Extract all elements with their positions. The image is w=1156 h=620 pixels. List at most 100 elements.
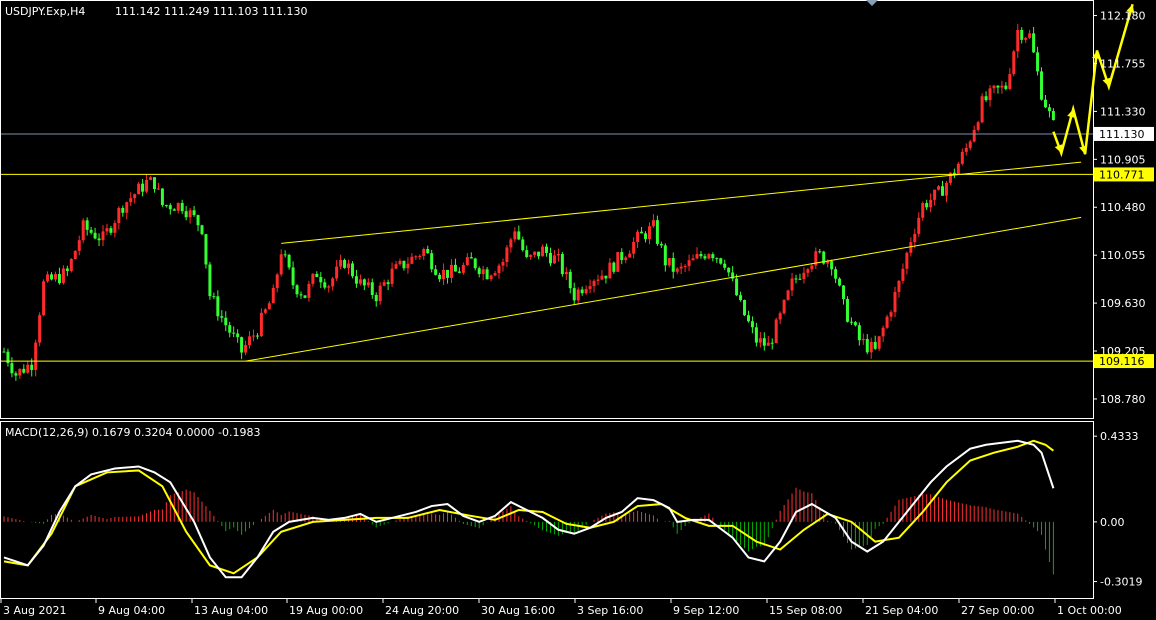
candle-body	[679, 266, 683, 269]
candle-body	[410, 256, 414, 264]
candle-body	[402, 260, 406, 269]
candle-body	[449, 264, 453, 278]
candle-body	[1012, 51, 1016, 75]
candle-body	[89, 229, 93, 233]
candle-body	[489, 275, 493, 280]
candle-body	[366, 282, 370, 286]
time-tick-label: 1 Oct 00:00	[1057, 604, 1122, 617]
candle-body	[113, 223, 117, 233]
candle-body	[236, 333, 240, 338]
candle-body	[806, 269, 810, 273]
candle-body	[893, 291, 897, 313]
candle-body	[818, 251, 822, 253]
candle-body	[838, 278, 842, 286]
candle-body	[944, 182, 948, 196]
candle-body	[529, 254, 533, 257]
price-tick-label: 108.780	[1100, 393, 1146, 406]
candle-body	[754, 327, 758, 343]
macd-label: MACD(12,26,9) 0.1679 0.3204 0.0000 -0.19…	[5, 426, 260, 439]
candle-body	[980, 96, 984, 123]
current-price-label: 111.130	[1099, 128, 1145, 141]
candle-body	[149, 177, 153, 180]
candle-body	[632, 242, 636, 254]
candle-body	[390, 268, 394, 284]
candle-body	[743, 300, 747, 316]
candle-body	[204, 234, 208, 265]
candle-body	[406, 263, 410, 269]
candle-body	[438, 274, 442, 280]
price-tick-label: 110.480	[1100, 201, 1146, 214]
candle-body	[224, 317, 228, 326]
ohlc-label: 111.142 111.249 111.103 111.130	[115, 5, 307, 18]
candle-body	[374, 294, 378, 302]
candle-body	[208, 264, 212, 297]
price-tick-label: 112.180	[1100, 10, 1146, 23]
time-tick-label: 21 Sep 04:00	[865, 604, 938, 617]
candle-body	[426, 249, 430, 254]
candle-body	[14, 373, 18, 376]
candle-body	[1040, 71, 1044, 100]
candle-body	[244, 345, 248, 353]
candle-body	[782, 299, 786, 314]
candle-body	[34, 342, 38, 370]
candle-body	[212, 296, 216, 298]
candle-body	[335, 266, 339, 279]
candle-body	[901, 268, 905, 281]
candle-body	[941, 186, 945, 196]
candle-body	[196, 215, 200, 226]
candle-body	[457, 271, 461, 273]
candle-body	[525, 250, 529, 257]
candle-body	[691, 258, 695, 261]
candle-body	[667, 258, 671, 266]
candle-body	[580, 289, 584, 294]
candle-body	[251, 335, 255, 337]
candle-body	[117, 208, 121, 224]
candle-body	[913, 233, 917, 243]
candle-body	[331, 278, 335, 287]
candle-body	[180, 203, 184, 212]
candle-body	[339, 259, 343, 267]
candle-body	[517, 231, 521, 240]
candle-body	[121, 208, 125, 213]
macd-tick-label: 0.00	[1100, 516, 1125, 529]
candle-body	[707, 254, 711, 259]
candle-body	[442, 269, 446, 280]
candle-body	[200, 225, 204, 235]
candle-body	[1028, 33, 1032, 38]
candle-body	[125, 202, 129, 213]
candle-body	[22, 368, 26, 373]
candle-body	[299, 294, 303, 296]
candle-body	[259, 312, 263, 337]
candle-body	[61, 268, 65, 284]
candle-body	[18, 368, 22, 376]
candle-body	[968, 141, 972, 148]
candle-body	[1032, 33, 1036, 53]
level-label: 109.116	[1099, 355, 1145, 368]
candle-body	[1020, 29, 1024, 40]
candle-body	[133, 194, 137, 199]
time-tick-label: 13 Aug 04:00	[194, 604, 268, 617]
candle-body	[291, 267, 295, 286]
candle-body	[26, 364, 30, 373]
candle-body	[172, 209, 176, 211]
candle-body	[1008, 74, 1012, 89]
candle-body	[216, 296, 220, 317]
candle-body	[446, 269, 450, 278]
candle-body	[493, 273, 497, 276]
candle-body	[604, 275, 608, 279]
chart-canvas[interactable]: 112.180 111.755 111.330 110.905 110.480 110.0…	[0, 0, 1156, 620]
level-label: 110.771	[1099, 168, 1145, 181]
candle-body	[568, 271, 572, 289]
candle-body	[564, 271, 568, 275]
candle-body	[996, 85, 1000, 88]
candle-body	[73, 250, 77, 259]
candle-body	[97, 238, 101, 241]
candle-body	[505, 247, 509, 263]
candle-body	[358, 279, 362, 284]
time-tick-label: 27 Sep 00:00	[961, 604, 1034, 617]
candle-body	[81, 220, 85, 241]
candle-body	[576, 289, 580, 301]
price-tick-label: 110.055	[1100, 249, 1146, 262]
candle-body	[624, 257, 628, 261]
candle-body	[608, 262, 612, 279]
